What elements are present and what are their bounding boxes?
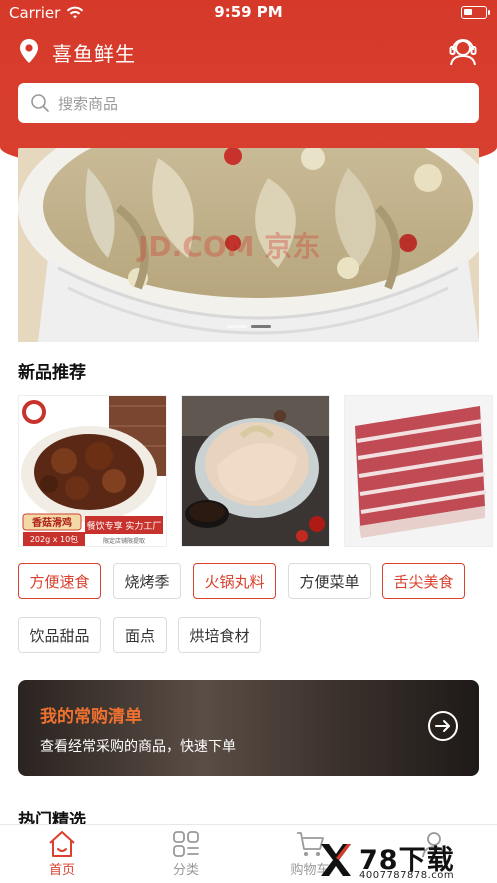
store-name[interactable]: 喜鱼鲜生 [52, 38, 136, 67]
location-pin-icon[interactable] [18, 38, 40, 64]
product-note: 限定店铺限提取 [103, 537, 145, 545]
category-chip[interactable]: 火锅丸料 [193, 563, 276, 599]
new-products-list: 香菇滑鸡 餐饮专享 实力工厂 202g x 10包 限定店铺限提取 [18, 395, 493, 547]
pagination-dot-active[interactable] [250, 325, 271, 328]
product-card[interactable] [344, 395, 493, 547]
status-time: 9:59 PM [214, 3, 283, 21]
frequent-list-title: 我的常购清单 [40, 707, 142, 727]
home-icon [49, 831, 75, 857]
product-spec: 202g x 10包 [30, 534, 78, 544]
tab-home-label: 首页 [48, 863, 75, 878]
category-chip[interactable]: 烧烤季 [113, 563, 181, 599]
category-grid-icon [173, 831, 199, 857]
battery-icon [461, 6, 490, 19]
product-image [345, 396, 492, 546]
search-placeholder: 搜索商品 [58, 94, 119, 113]
product-card[interactable]: 香菇滑鸡 餐饮专享 实力工厂 202g x 10包 限定店铺限提取 [18, 395, 167, 547]
tab-category-label: 分类 [172, 863, 199, 878]
category-chip[interactable]: 饮品甜品 [18, 617, 101, 653]
banner-watermark: JD.COM 京东 [136, 230, 320, 263]
search-bar[interactable]: 搜索商品 [18, 83, 479, 123]
category-chip[interactable]: 方便菜单 [288, 563, 371, 599]
search-icon [31, 94, 49, 112]
category-chip[interactable]: 舌尖美食 [382, 563, 465, 599]
category-chip[interactable]: 方便速食 [18, 563, 101, 599]
category-chip[interactable]: 面点 [113, 617, 167, 653]
product-name: 香菇滑鸡 [32, 516, 72, 529]
tab-home[interactable]: 首页 [17, 829, 107, 878]
product-image: 香菇滑鸡 餐饮专享 实力工厂 202g x 10包 限定店铺限提取 [19, 396, 166, 546]
banner-pagination [18, 325, 479, 328]
arrow-right-circle-icon[interactable] [427, 710, 459, 742]
customer-service-icon[interactable] [447, 36, 479, 66]
site-watermark: 78下载 4007787878.com [319, 838, 489, 882]
top-bar: 喜鱼鲜生 [0, 30, 497, 72]
product-tagline: 餐饮专享 实力工厂 [87, 520, 162, 532]
product-image [182, 396, 329, 546]
tab-category[interactable]: 分类 [141, 829, 231, 878]
frequent-list-subtitle: 查看经常采购的商品，快速下单 [40, 739, 236, 755]
promo-banner[interactable]: JD.COM 京东 [18, 148, 479, 342]
frequent-list-card[interactable]: 我的常购清单 查看经常采购的商品，快速下单 [18, 680, 479, 776]
product-card[interactable] [181, 395, 330, 547]
watermark-logo-icon [321, 844, 351, 876]
banner-image: JD.COM 京东 [18, 148, 479, 342]
status-bar: Carrier 9:59 PM [0, 0, 497, 26]
category-chip[interactable]: 烘培食材 [178, 617, 261, 653]
watermark-url: 4007787878.com [359, 870, 455, 881]
pagination-dot[interactable] [226, 325, 247, 328]
new-products-title: 新品推荐 [18, 363, 86, 383]
